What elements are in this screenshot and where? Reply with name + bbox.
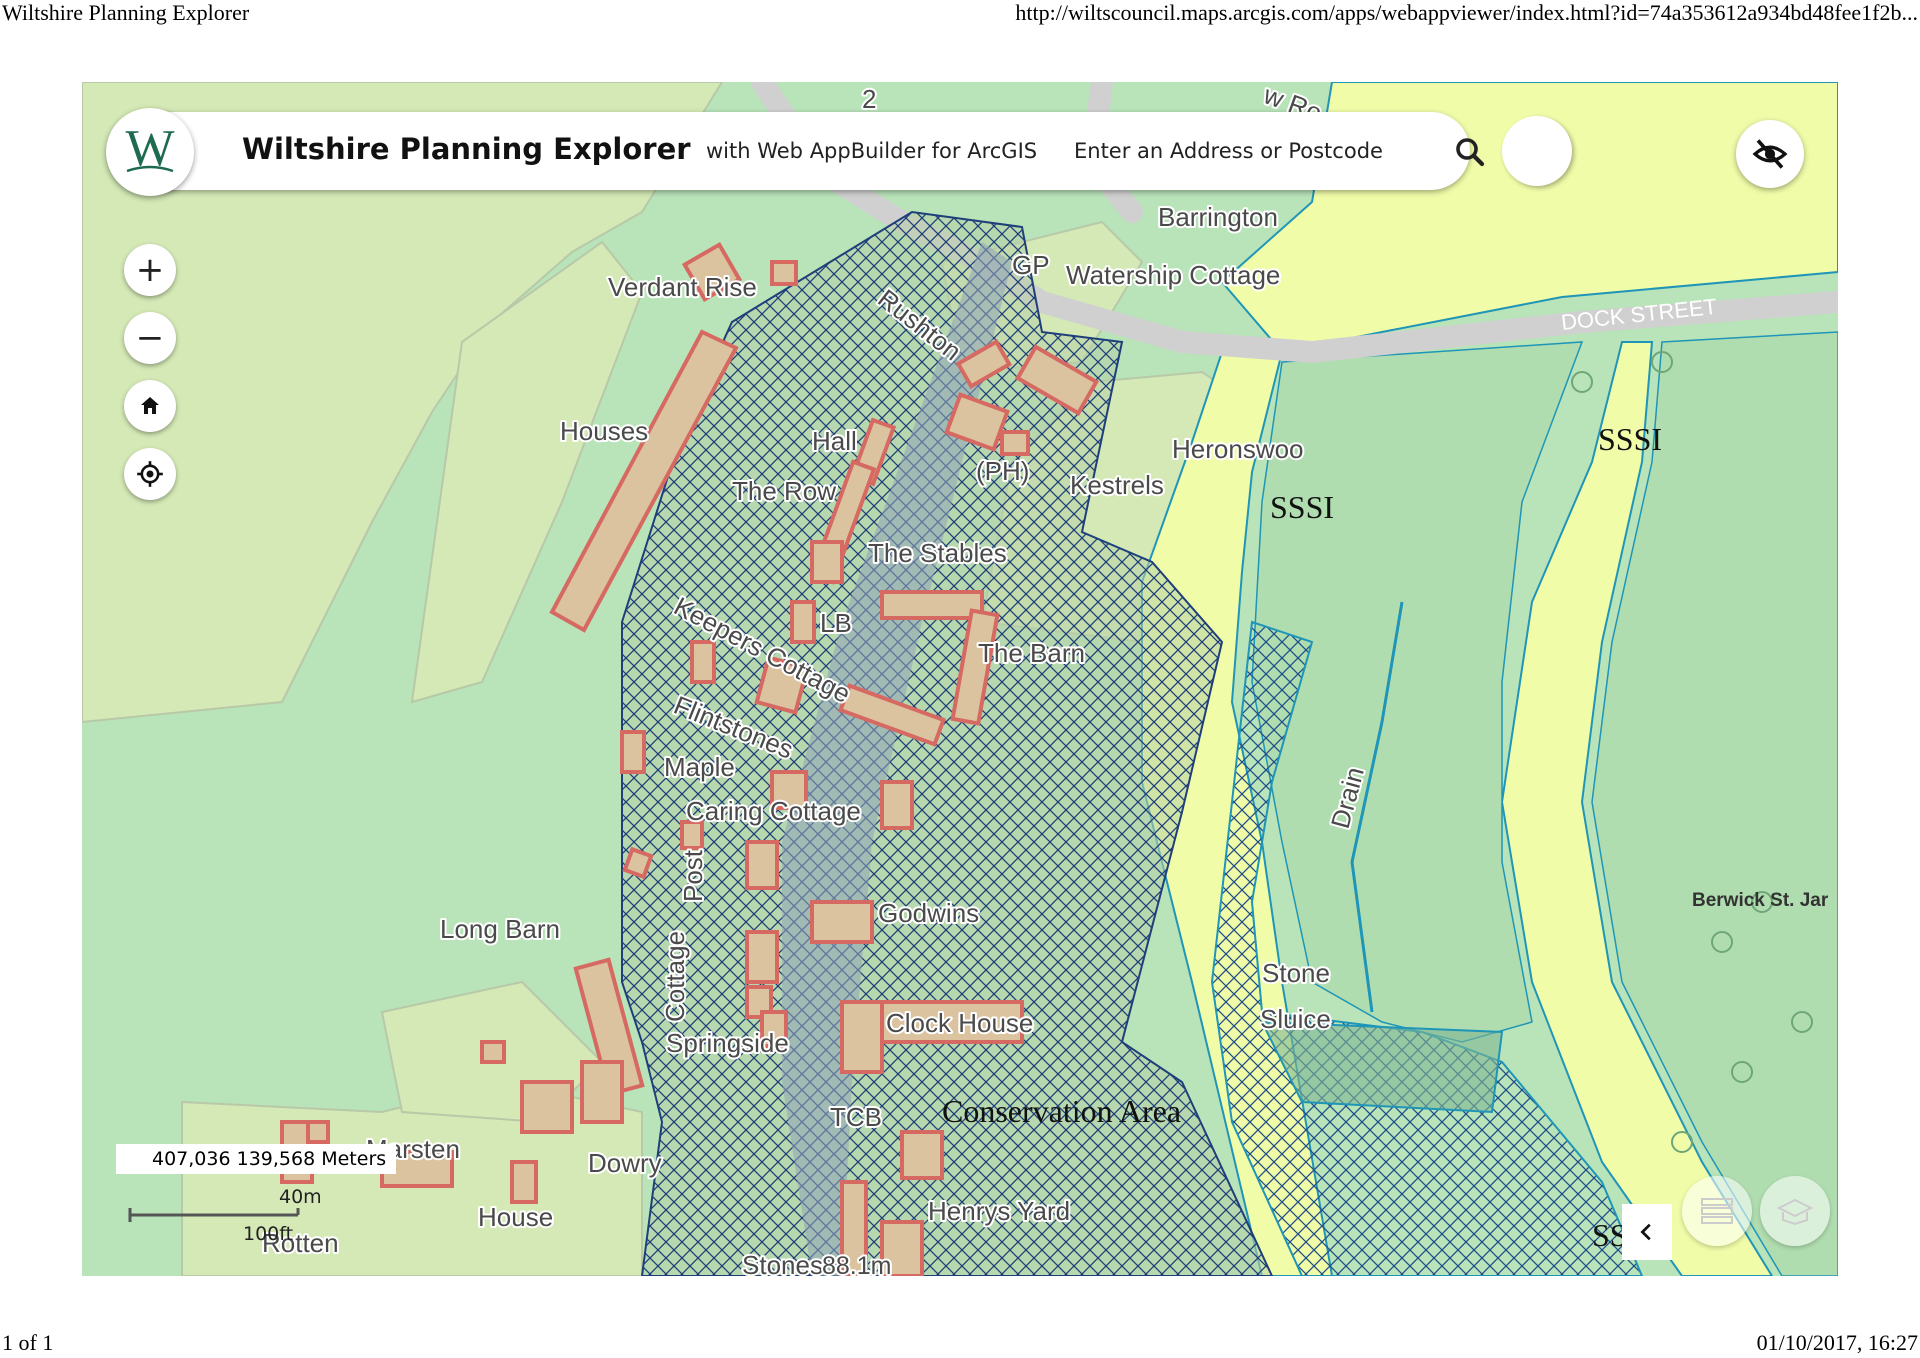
label-post: Post bbox=[678, 849, 708, 902]
label-long-barn: Long Barn bbox=[440, 914, 560, 944]
label-sluice: Sluice bbox=[1260, 1004, 1331, 1034]
minus-icon: − bbox=[135, 318, 165, 358]
scale-bar bbox=[128, 1208, 300, 1222]
label-the-barn: The Barn bbox=[978, 638, 1085, 668]
label-conservation-area: Conservation Area bbox=[942, 1093, 1181, 1129]
label-houses: Houses bbox=[560, 416, 648, 446]
scale-imperial-label: 100ft bbox=[243, 1223, 294, 1245]
print-url: http://wiltscouncil.maps.arcgis.com/apps… bbox=[1015, 0, 1918, 25]
map-canvas[interactable]: Verdant Rise Houses Hall The Row Rushton… bbox=[82, 82, 1838, 1276]
print-title: Wiltshire Planning Explorer bbox=[2, 0, 250, 25]
app-header: Wiltshire Planning Explorer with Web App… bbox=[110, 112, 1485, 190]
locate-button[interactable] bbox=[124, 448, 176, 500]
zoom-out-button[interactable]: − bbox=[124, 312, 176, 364]
label-verdant-rise: Verdant Rise bbox=[608, 272, 757, 302]
map-view[interactable]: Verdant Rise Houses Hall The Row Rushton… bbox=[82, 82, 1838, 1276]
label-stones: Stones bbox=[742, 1250, 823, 1276]
basemap-icon bbox=[1777, 1198, 1813, 1226]
wiltshire-logo-icon: W bbox=[125, 120, 174, 177]
panel-toggle-button[interactable] bbox=[1622, 1204, 1672, 1260]
search-input[interactable] bbox=[1074, 132, 1444, 170]
layer-list-button[interactable] bbox=[1682, 1176, 1752, 1246]
label-maple: Maple bbox=[664, 752, 735, 782]
scale-metric-label: 40m bbox=[279, 1186, 322, 1208]
coordinate-readout: 407,036 139,568 Meters bbox=[116, 1144, 396, 1174]
label-ph: (PH) bbox=[976, 456, 1029, 486]
label-godwins: Godwins bbox=[878, 898, 979, 928]
app-title: Wiltshire Planning Explorer bbox=[242, 132, 691, 166]
label-watership-cottage: Watership Cottage bbox=[1066, 260, 1280, 290]
chevron-left-icon bbox=[1640, 1223, 1651, 1241]
print-datetime: 01/10/2017, 16:27 bbox=[1756, 1330, 1918, 1355]
app-logo[interactable]: W bbox=[106, 108, 194, 196]
label-caring-cottage: Caring Cottage bbox=[686, 796, 861, 826]
label-elevation: 88.1m bbox=[822, 1252, 891, 1276]
label-sssi-2: SSSI bbox=[1598, 421, 1662, 457]
search-icon[interactable] bbox=[1452, 134, 1488, 170]
label-barrington: Barrington bbox=[1158, 202, 1278, 232]
print-page-count: 1 of 1 bbox=[2, 1330, 54, 1355]
label-the-stables: The Stables bbox=[868, 538, 1007, 568]
label-hall: Hall bbox=[812, 426, 857, 456]
label-tcb: TCB bbox=[830, 1102, 882, 1132]
label-gp: GP bbox=[1012, 250, 1050, 280]
label-number: 2 bbox=[862, 84, 876, 114]
zoom-in-button[interactable]: + bbox=[124, 244, 176, 296]
plus-icon: + bbox=[135, 250, 165, 290]
print-header: Wiltshire Planning Explorer http://wilts… bbox=[0, 0, 1920, 30]
label-henrys-yard: Henrys Yard bbox=[928, 1196, 1070, 1226]
header-end-cap bbox=[1502, 116, 1572, 186]
home-icon bbox=[141, 397, 159, 414]
label-lb: LB bbox=[820, 608, 852, 638]
label-cottage: Cottage bbox=[660, 931, 690, 1022]
label-springside: Springside bbox=[666, 1028, 789, 1058]
app-subtitle: with Web AppBuilder for ArcGIS bbox=[706, 139, 1038, 163]
label-the-row: The Row bbox=[732, 476, 836, 506]
print-footer: 1 of 1 01/10/2017, 16:27 bbox=[0, 1330, 1920, 1358]
layer-list-icon bbox=[1701, 1198, 1733, 1224]
label-heronswood: Heronswoo bbox=[1172, 434, 1304, 464]
label-berwick: Berwick St. Jar bbox=[1692, 890, 1829, 911]
basemap-button[interactable] bbox=[1760, 1176, 1830, 1246]
label-kestrels: Kestrels bbox=[1070, 470, 1164, 500]
home-button[interactable] bbox=[124, 380, 176, 432]
label-stone: Stone bbox=[1262, 958, 1330, 988]
visibility-toggle-button[interactable] bbox=[1736, 120, 1804, 188]
label-sssi-1: SSSI bbox=[1270, 489, 1334, 525]
label-house: House bbox=[478, 1202, 553, 1232]
locate-icon bbox=[137, 461, 163, 487]
eye-off-icon bbox=[1752, 139, 1788, 169]
label-clock-house: Clock House bbox=[886, 1008, 1033, 1038]
label-dowry: Dowry bbox=[588, 1148, 662, 1178]
